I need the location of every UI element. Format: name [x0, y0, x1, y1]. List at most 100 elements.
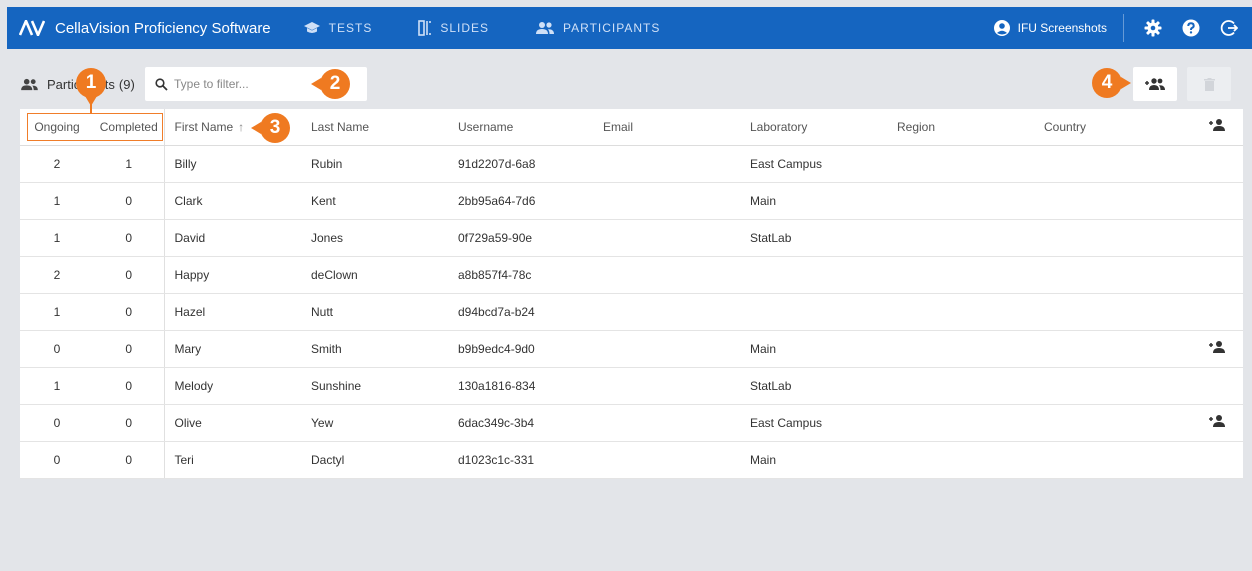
cell-last-name: Sunshine [311, 367, 458, 405]
test-count-highlight [27, 113, 163, 141]
cell-completed: 0 [94, 330, 165, 368]
cell-ongoing: 2 [20, 256, 94, 294]
cell-region [897, 219, 1044, 257]
delete-button[interactable] [1187, 67, 1231, 101]
cell-username: 0f729a59-90e [458, 219, 603, 257]
cell-ongoing: 0 [20, 441, 94, 479]
user-menu[interactable]: IFU Screenshots [993, 14, 1124, 42]
cell-email [603, 441, 750, 479]
table-row[interactable]: 1 0 David Jones 0f729a59-90e StatLab [20, 219, 1243, 257]
cell-email [603, 404, 750, 442]
cell-email [603, 145, 750, 183]
cell-last-name: deClown [311, 256, 458, 294]
col-header-region[interactable]: Region [897, 109, 1044, 146]
cell-admin [1191, 441, 1243, 479]
table-row[interactable]: 0 0 Olive Yew 6dac349c-3b4 East Campus [20, 404, 1243, 442]
col-header-last-name[interactable]: Last Name [311, 109, 458, 146]
cell-ongoing: 1 [20, 293, 94, 331]
cell-country [1044, 219, 1191, 257]
sort-ascending-icon: ↑ [238, 119, 245, 134]
cell-laboratory: East Campus [750, 145, 897, 183]
cell-username: 130a1816-834 [458, 367, 603, 405]
nav-slides[interactable]: SLIDES [418, 20, 489, 36]
cell-first-name: Mary [164, 330, 311, 368]
cell-completed: 1 [94, 145, 165, 183]
cell-region [897, 182, 1044, 220]
people-icon [536, 22, 555, 34]
participants-count: (9) [118, 77, 135, 92]
cell-admin [1191, 219, 1243, 257]
cell-region [897, 441, 1044, 479]
col-header-country[interactable]: Country [1044, 109, 1191, 146]
cell-country [1044, 404, 1191, 442]
cell-admin [1191, 182, 1243, 220]
logout-button[interactable] [1212, 19, 1246, 37]
cell-username: 91d2207d-6a8 [458, 145, 603, 183]
table-row[interactable]: 0 0 Mary Smith b9b9edc4-9d0 Main [20, 330, 1243, 368]
nav-tests[interactable]: TESTS [303, 21, 373, 35]
cell-region [897, 145, 1044, 183]
first-name-header-label: First Name [174, 119, 234, 134]
cell-country [1044, 256, 1191, 294]
help-button[interactable] [1174, 19, 1208, 37]
table-row[interactable]: 2 1 Billy Rubin 91d2207d-6a8 East Campus [20, 145, 1243, 183]
cell-laboratory: East Campus [750, 404, 897, 442]
table-row[interactable]: 1 0 Clark Kent 2bb95a64-7d6 Main [20, 182, 1243, 220]
logout-icon [1220, 20, 1238, 36]
cell-email [603, 219, 750, 257]
cell-email [603, 293, 750, 331]
add-person-icon [1209, 119, 1225, 132]
mortarboard-icon [303, 22, 320, 33]
cell-ongoing: 0 [20, 404, 94, 442]
add-participant-button[interactable] [1133, 67, 1177, 101]
main-nav: TESTS SLIDES PARTICIPANTS [303, 20, 707, 36]
cell-username: 6dac349c-3b4 [458, 404, 603, 442]
table-row[interactable]: 1 0 Hazel Nutt d94bcd7a-b24 [20, 293, 1243, 331]
cell-email [603, 367, 750, 405]
cell-country [1044, 182, 1191, 220]
cell-laboratory: Main [750, 441, 897, 479]
table-row[interactable]: 2 0 Happy deClown a8b857f4-78c [20, 256, 1243, 294]
table-row[interactable]: 1 0 Melody Sunshine 130a1816-834 StatLab [20, 367, 1243, 405]
cell-last-name: Yew [311, 404, 458, 442]
cell-username: a8b857f4-78c [458, 256, 603, 294]
col-header-email[interactable]: Email [603, 109, 750, 146]
cell-completed: 0 [94, 256, 165, 294]
table-row[interactable]: 0 0 Teri Dactyl d1023c1c-331 Main [20, 441, 1243, 479]
col-header-laboratory[interactable]: Laboratory [750, 109, 897, 146]
nav-participants-label: PARTICIPANTS [563, 21, 661, 35]
add-person-icon[interactable] [1208, 414, 1226, 428]
cell-last-name: Jones [311, 219, 458, 257]
settings-button[interactable] [1136, 19, 1170, 37]
add-person-icon[interactable] [1208, 340, 1226, 354]
cell-laboratory: Main [750, 330, 897, 368]
cell-first-name: David [164, 219, 311, 257]
cell-username: d1023c1c-331 [458, 441, 603, 479]
cell-ongoing: 1 [20, 219, 94, 257]
cell-laboratory: StatLab [750, 367, 897, 405]
help-icon [1182, 19, 1200, 37]
cell-username: b9b9edc4-9d0 [458, 330, 603, 368]
cell-admin [1191, 404, 1243, 442]
callout-2: 2 [311, 69, 350, 99]
cell-region [897, 330, 1044, 368]
cell-ongoing: 2 [20, 145, 94, 183]
cell-first-name: Happy [164, 256, 311, 294]
nav-participants[interactable]: PARTICIPANTS [535, 21, 660, 35]
cell-region [897, 367, 1044, 405]
table-body: 2 1 Billy Rubin 91d2207d-6a8 East Campus 1 0 Cla… [20, 145, 1243, 479]
cell-country [1044, 367, 1191, 405]
app-logo[interactable] [19, 20, 51, 36]
col-header-username[interactable]: Username [458, 109, 603, 146]
nav-slides-label: SLIDES [440, 21, 490, 35]
cell-email [603, 256, 750, 294]
cell-completed: 0 [94, 367, 165, 405]
top-bar: CellaVision Proficiency Software TESTS S… [7, 7, 1252, 49]
gear-icon [1144, 19, 1162, 37]
cell-email [603, 330, 750, 368]
cell-ongoing: 1 [20, 182, 94, 220]
cell-region [897, 404, 1044, 442]
cell-admin [1191, 145, 1243, 183]
cell-first-name: Clark [164, 182, 311, 220]
cell-laboratory [750, 293, 897, 331]
